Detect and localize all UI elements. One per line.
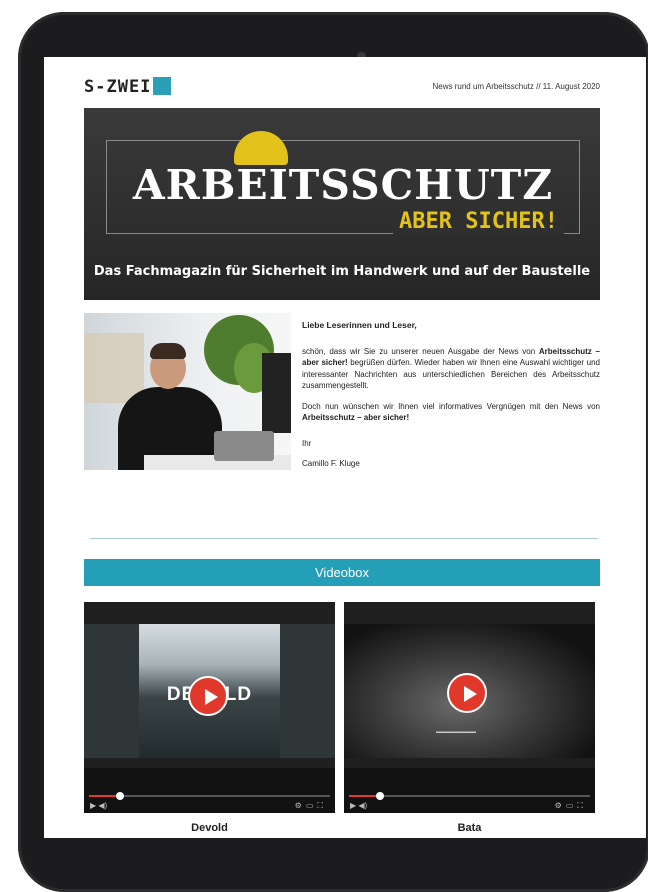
video-progress-fill [349, 795, 378, 797]
newsletter-date-line: News rund um Arbeitsschutz // 11. August… [432, 82, 601, 91]
letter-p1-text-a: schön, dass wir Sie zu unserer neuen Aus… [302, 346, 539, 356]
volume-icon[interactable]: ◀) [358, 801, 367, 810]
letter-p2-bold: Arbeitsschutz – aber sicher! [302, 413, 410, 422]
banner-title: ARBEITSSCHUTZ [132, 161, 554, 209]
letter-sign-ihr: Ihr [302, 438, 312, 448]
play-icon[interactable] [447, 673, 487, 713]
play-small-icon[interactable]: ▶ [350, 801, 356, 810]
arbeitsschutz-banner[interactable]: ARBEITSSCHUTZ ABER SICHER! Das Fachmagaz… [84, 108, 600, 300]
logo-square-icon [153, 77, 172, 95]
letter-p2-text: Doch nun wünschen wir Ihnen viel informa… [302, 401, 600, 411]
fullscreen-icon[interactable]: ⛶ [317, 801, 327, 810]
video-progress-knob[interactable] [375, 792, 384, 800]
video-controls: ▶ ◀) ⚙▭⛶ [344, 768, 595, 813]
letter-signature: Camillo F. Kluge [302, 459, 360, 468]
volume-icon[interactable]: ◀) [98, 801, 107, 810]
video-right-controls: ⚙▭⛶ [295, 801, 327, 811]
logo-text: S-ZWEI [84, 77, 152, 97]
settings-icon[interactable]: ⚙ [295, 801, 306, 810]
photo-person-hair [150, 343, 186, 359]
video-progress-fill [89, 795, 118, 797]
letter-paragraph-2: Doch nun wünschen wir Ihnen viel informa… [302, 401, 600, 424]
banner-tagline: Das Fachmagazin für Sicherheit im Handwe… [93, 264, 591, 279]
video-right-controls: ⚙▭⛶ [555, 801, 587, 811]
editor-photo [84, 313, 291, 470]
video-left-controls: ▶ ◀) [350, 801, 367, 810]
video-player-bata[interactable]: ▬▬▬▬▬▬▬▬ ▶ ◀) ⚙▭⛶ [344, 602, 595, 813]
editorial-letter: Liebe Leserinnen und Leser, schön, dass … [302, 320, 600, 479]
section-divider [90, 538, 598, 539]
newsletter-header: S-ZWEI News rund um Arbeitsschutz // 11.… [44, 57, 646, 107]
video-progress-bar[interactable] [89, 792, 330, 800]
captions-icon[interactable]: ▭ [306, 801, 318, 810]
captions-icon[interactable]: ▭ [566, 801, 578, 810]
newsletter-screen: S-ZWEI News rund um Arbeitsschutz // 11.… [44, 57, 646, 838]
video-player-devold[interactable]: DEVOLD ▶ ◀) ⚙▭⛶ [84, 602, 335, 813]
video-title-devold[interactable]: Devold [84, 822, 335, 834]
video-left-controls: ▶ ◀) [90, 801, 107, 810]
video-progress-bar[interactable] [349, 792, 590, 800]
video-caption-text: ▬▬▬▬▬▬▬▬ [436, 729, 476, 735]
photo-shelf [84, 333, 144, 403]
hard-hat-icon [234, 131, 288, 165]
video-title-bata[interactable]: Bata [344, 822, 595, 834]
video-progress-knob[interactable] [115, 792, 124, 800]
letter-greeting: Liebe Leserinnen und Leser, [302, 320, 417, 330]
photo-laptop [214, 431, 274, 461]
video-controls: ▶ ◀) ⚙▭⛶ [84, 768, 335, 813]
fullscreen-icon[interactable]: ⛶ [577, 801, 587, 810]
photo-monitor [262, 353, 291, 433]
banner-subtitle: ABER SICHER! [393, 209, 564, 234]
play-small-icon[interactable]: ▶ [90, 801, 96, 810]
settings-icon[interactable]: ⚙ [555, 801, 566, 810]
szwei-logo[interactable]: S-ZWEI [84, 77, 172, 97]
play-icon[interactable] [188, 676, 228, 716]
letter-paragraph-1: schön, dass wir Sie zu unserer neuen Aus… [302, 346, 600, 392]
videobox-header: Videobox [84, 559, 600, 586]
